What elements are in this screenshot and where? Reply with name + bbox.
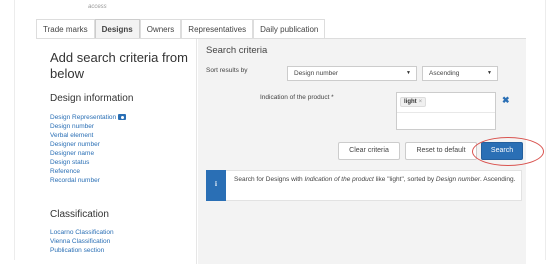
search-criteria-title: Search criteria: [206, 45, 268, 56]
search-summary-text: Search for Designs with Indication of th…: [234, 176, 524, 184]
token-label: light: [404, 99, 417, 105]
clear-criteria-button[interactable]: Clear criteria: [338, 142, 400, 160]
link-vienna-classification[interactable]: Vienna Classification: [50, 238, 110, 245]
input-divider: [397, 112, 495, 113]
summary-sort: Design number: [435, 176, 480, 183]
criterion-input[interactable]: light ×: [396, 92, 496, 130]
tab-representatives[interactable]: Representatives: [181, 19, 254, 39]
token-remove-icon[interactable]: ×: [419, 99, 423, 105]
link-recordal-number[interactable]: Recordal number: [50, 177, 100, 184]
tab-owners[interactable]: Owners: [139, 19, 182, 39]
classification-heading: Classification: [50, 209, 109, 220]
highlight-oval: [472, 137, 544, 166]
link-publication-section[interactable]: Publication section: [50, 247, 104, 254]
info-icon: i: [206, 170, 226, 201]
tab-trade-marks[interactable]: Trade marks: [36, 19, 95, 39]
access-label: access: [88, 4, 107, 10]
link-design-representation[interactable]: Design Representation: [50, 114, 127, 121]
dropdown-arrow-icon: ▼: [487, 70, 492, 76]
summary-suffix: . Ascending.: [479, 176, 516, 183]
sort-order-value: Ascending: [429, 70, 460, 77]
remove-criterion-icon[interactable]: ✖: [502, 95, 510, 106]
link-verbal-element[interactable]: Verbal element: [50, 132, 93, 139]
link-designer-number[interactable]: Designer number: [50, 141, 100, 148]
summary-prefix: Search for Designs with: [234, 176, 305, 183]
sort-order-select[interactable]: Ascending ▼: [422, 66, 498, 81]
criterion-label: Indication of the product *: [260, 94, 334, 101]
tab-daily-publication[interactable]: Daily publication: [253, 19, 326, 39]
tab-bar: Trade marks Designs Owners Representativ…: [36, 19, 326, 39]
link-design-number[interactable]: Design number: [50, 123, 94, 130]
link-label: Design Representation: [50, 114, 117, 121]
summary-field: Indication of the product: [304, 176, 374, 183]
link-reference[interactable]: Reference: [50, 168, 80, 175]
camera-icon: [118, 114, 127, 120]
tab-designs[interactable]: Designs: [94, 19, 140, 39]
summary-middle: like "light", sorted by: [373, 176, 436, 183]
sort-label: Sort results by: [206, 67, 248, 74]
sort-field-select[interactable]: Design number ▼: [287, 66, 417, 81]
link-design-status[interactable]: Design status: [50, 159, 89, 166]
search-summary-box: [206, 170, 522, 201]
link-designer-name[interactable]: Designer name: [50, 150, 94, 157]
design-info-heading: Design information: [50, 93, 134, 104]
left-panel-title: Add search criteria from below: [50, 50, 188, 81]
reset-default-button[interactable]: Reset to default: [405, 142, 477, 160]
criterion-token[interactable]: light ×: [400, 97, 427, 107]
sort-field-value: Design number: [294, 70, 339, 77]
link-locarno-classification[interactable]: Locarno Classification: [50, 229, 114, 236]
dropdown-arrow-icon: ▼: [406, 70, 411, 76]
